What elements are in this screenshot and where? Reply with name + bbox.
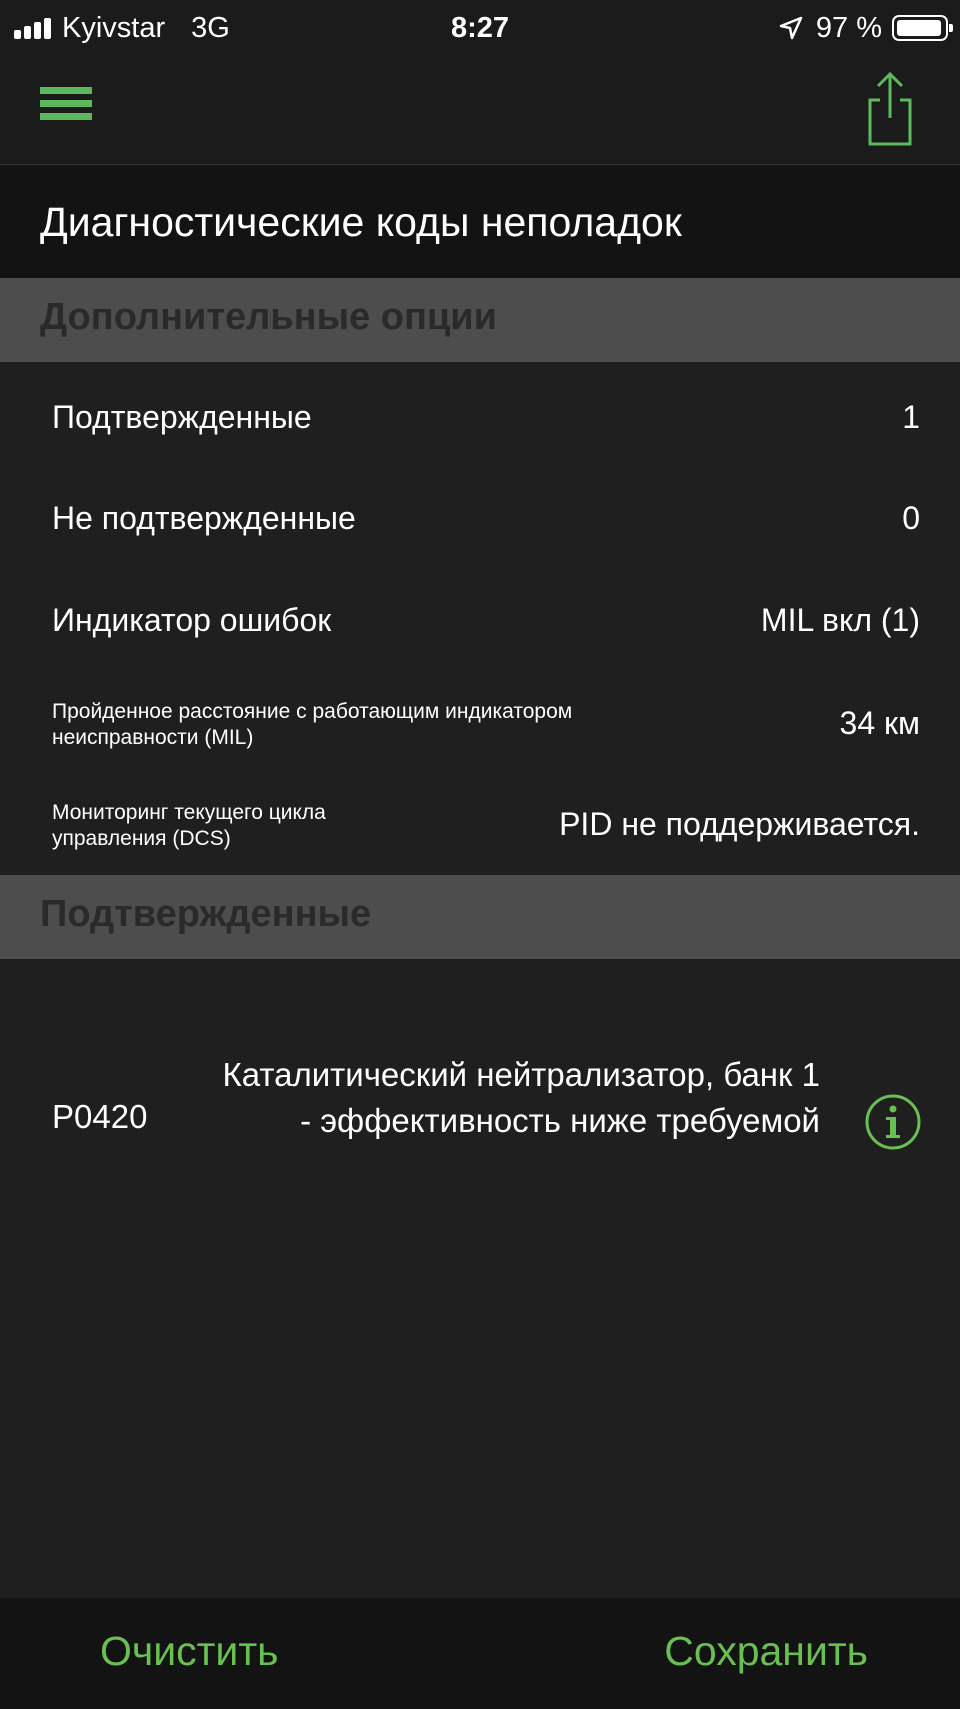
menu-icon[interactable] (40, 87, 92, 127)
status-bar: Kyivstar 3G 8:27 97 % (0, 0, 960, 56)
option-value: 1 (902, 399, 920, 435)
section-title: Подтвержденные (40, 893, 372, 935)
title-bar: Диагностические коды неполадок (0, 165, 960, 278)
codes-list: P0420 Каталитический нейтрализатор, банк… (0, 960, 960, 1600)
section-header-confirmed: Подтвержденные (0, 875, 960, 959)
share-icon[interactable] (860, 70, 920, 150)
battery-icon (892, 15, 953, 41)
option-value: PID не поддерживается. (559, 806, 920, 842)
info-icon[interactable] (864, 1093, 922, 1151)
option-label: Не подтвержденные (52, 500, 356, 536)
trouble-code-description: Каталитический нейтрализатор, банк 1 - э… (222, 1056, 820, 1139)
option-label: Пройденное расстояние с работающим индик… (52, 700, 573, 749)
battery-percent: 97 % (815, 11, 882, 44)
location-arrow-icon (779, 16, 803, 40)
bottom-bar: Очистить Сохранить (0, 1598, 960, 1709)
option-value: 34 км (839, 705, 920, 741)
option-label: Мониторинг текущего цикла управления (DC… (52, 801, 326, 850)
status-right: 97 % (778, 8, 953, 48)
options-list: Подтвержденные 1 Не подтвержденные 0 Инд… (0, 363, 960, 875)
option-label: Подтвержденные (52, 399, 312, 435)
nav-bar (0, 56, 960, 165)
section-title: Дополнительные опции (40, 296, 498, 338)
section-header-options: Дополнительные опции (0, 278, 960, 362)
trouble-code: P0420 (52, 1098, 148, 1135)
option-value: 0 (902, 500, 920, 536)
option-label: Индикатор ошибок (52, 602, 332, 638)
clear-button[interactable]: Очистить (100, 1628, 278, 1675)
save-button[interactable]: Сохранить (664, 1628, 868, 1675)
option-value: MIL вкл (1) (760, 602, 920, 638)
page-title: Диагностические коды неполадок (40, 199, 682, 245)
